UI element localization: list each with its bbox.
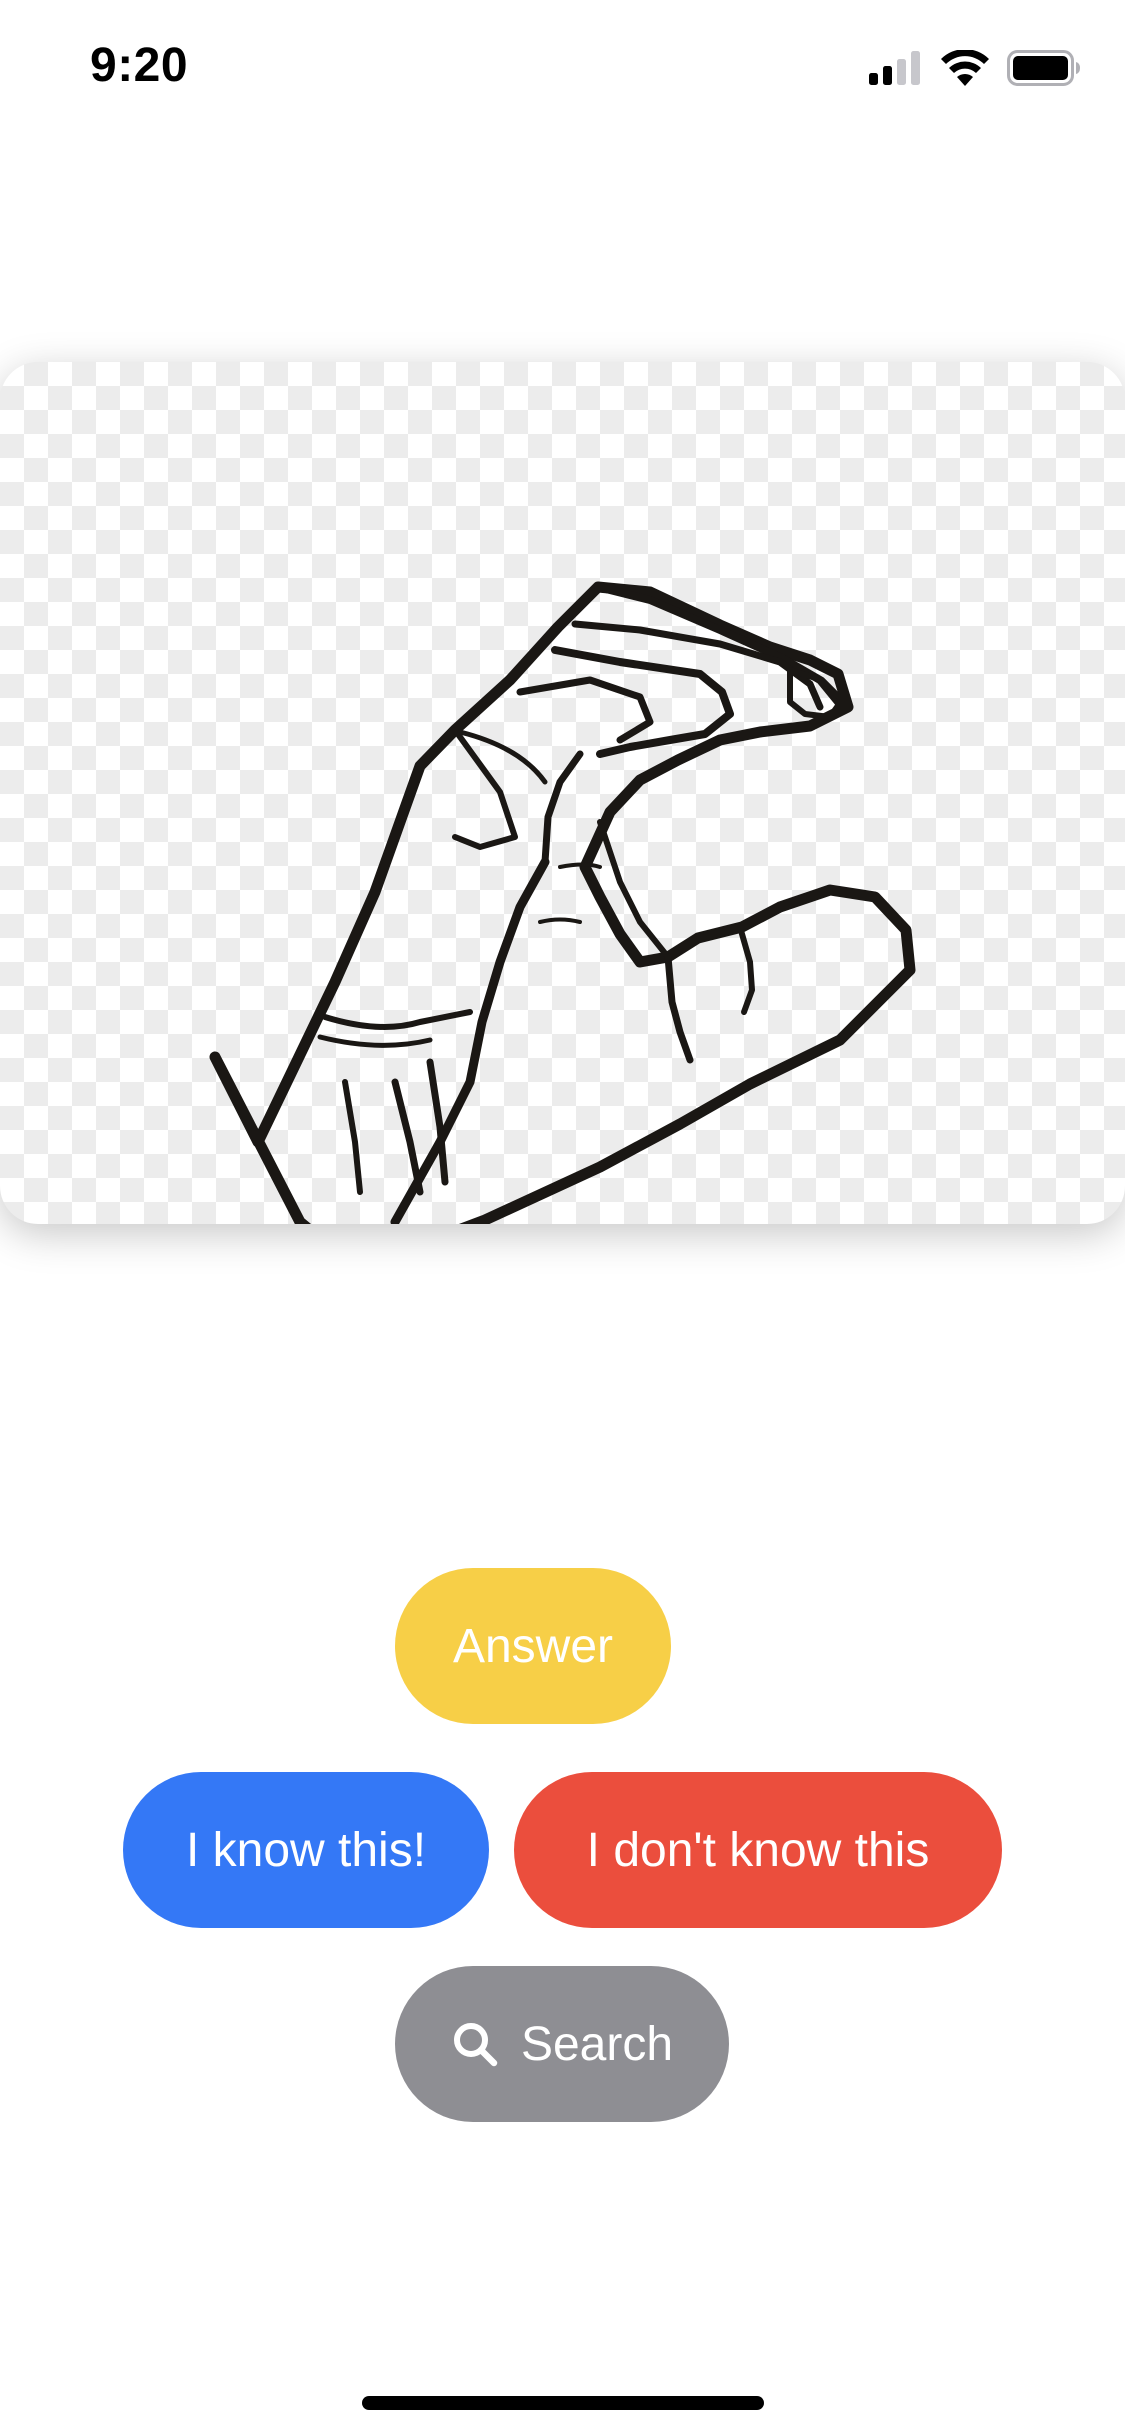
search-label: Search [520, 2017, 674, 2071]
search-icon [453, 2023, 498, 2067]
status-bar: 9:20 [0, 0, 1125, 140]
search-button[interactable]: Search [395, 1966, 729, 2122]
answer-label: Answer [452, 1619, 614, 1673]
wifi-icon [941, 50, 989, 86]
i-dont-know-this-button[interactable]: I don't know this [514, 1772, 1002, 1928]
i-know-this-button[interactable]: I know this! [123, 1772, 489, 1928]
asl-hand-sign-image [209, 581, 916, 1224]
i-know-this-label: I know this! [185, 1823, 427, 1877]
status-time: 9:20 [90, 39, 189, 92]
cellular-signal-icon [869, 51, 920, 85]
flashcard-image [0, 362, 1125, 1224]
status-icons [869, 48, 1081, 88]
home-indicator[interactable] [362, 2396, 764, 2410]
battery-icon [1007, 50, 1080, 86]
answer-button[interactable]: Answer [395, 1568, 671, 1724]
i-dont-know-this-label: I don't know this [586, 1823, 930, 1877]
